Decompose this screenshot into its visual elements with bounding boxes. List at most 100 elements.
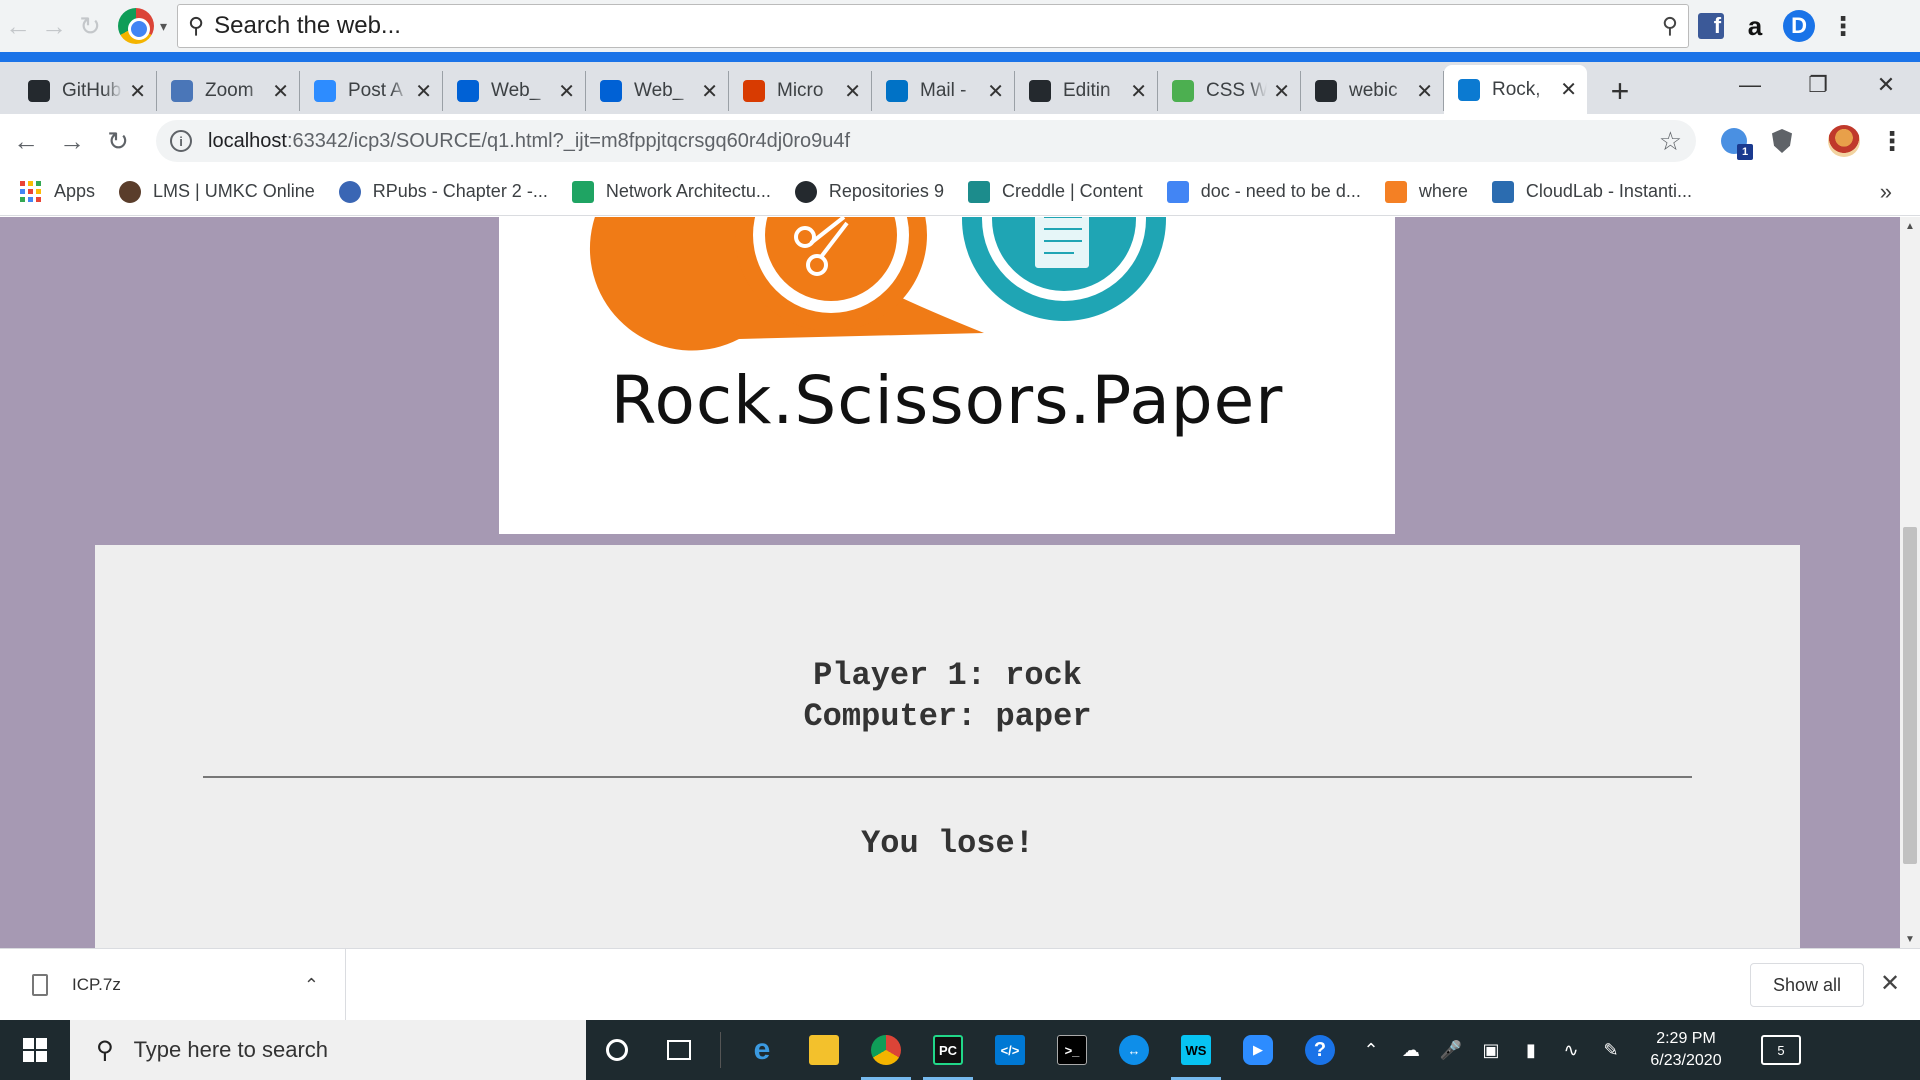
tab-close-icon[interactable]: ✕ [844,79,861,104]
onedrive-icon[interactable]: ☁ [1391,1040,1431,1061]
box-icon [457,80,479,102]
toolbar-forward-icon[interactable]: → [36,8,72,44]
site-info-icon[interactable]: i [170,130,192,152]
tab-close-icon[interactable]: ✕ [272,79,289,104]
google-drive-icon [571,180,594,203]
page-scrollbar[interactable]: ▲ ▼ [1900,217,1920,948]
tab-close-icon[interactable]: ✕ [1560,77,1577,102]
scroll-thumb[interactable] [1903,527,1917,864]
task-view-icon[interactable] [648,1020,710,1080]
bookmark-item[interactable]: where [1384,180,1468,203]
scroll-up-icon[interactable]: ▲ [1900,217,1920,235]
pycharm-icon[interactable]: PC [917,1020,979,1080]
new-tab-button[interactable]: + [1595,68,1645,114]
bookmark-item[interactable]: RPubs - Chapter 2 -... [338,180,548,203]
webstorm-icon[interactable]: WS [1165,1020,1227,1080]
omnibox[interactable]: i localhost:63342/icp3/SOURCE/q1.html?_i… [156,120,1696,162]
close-shelf-icon[interactable]: ✕ [1880,969,1900,998]
web-search-box[interactable]: ⚲ Search the web... ⚲ [177,4,1690,48]
zoom-search-icon[interactable]: ⚲ [1662,13,1678,39]
tab-close-icon[interactable]: ✕ [558,79,575,104]
bookmarks-bar: Apps LMS | UMKC Online RPubs - Chapter 2 -… [0,168,1920,216]
system-clock[interactable]: 2:29 PM 6/23/2020 [1631,1028,1741,1072]
logo-text: Rock.Scissors.Paper [610,362,1284,439]
help-icon[interactable]: ? [1289,1020,1351,1080]
bookmark-item[interactable]: Repositories 9 [794,180,944,203]
url-text[interactable]: localhost:63342/icp3/SOURCE/q1.html?_ijt… [208,130,1659,153]
bookmark-item[interactable]: CloudLab - Instanti... [1491,180,1692,203]
chevron-down-icon[interactable]: ▾ [160,18,167,35]
tab[interactable]: Web_ ✕ [443,71,586,111]
battery-icon[interactable]: ▮ [1511,1040,1551,1061]
zoom-taskbar-icon[interactable]: ▶ [1227,1020,1289,1080]
chrome-logo-icon[interactable] [118,8,154,44]
scroll-down-icon[interactable]: ▼ [1900,930,1920,948]
toolbar-menu-icon[interactable]: ⋮ [1821,4,1865,48]
chrome-menu-icon[interactable]: ⋮ [1868,120,1916,162]
cortana-icon[interactable] [586,1020,648,1080]
tab-close-icon[interactable]: ✕ [129,79,146,104]
profile-extension[interactable]: D [1777,4,1821,48]
wifi-icon[interactable]: ∿ [1551,1040,1591,1061]
forward-icon[interactable]: → [52,126,92,157]
minimize-button[interactable]: — [1716,62,1784,108]
tab[interactable]: Micro ✕ [729,71,872,111]
microphone-icon[interactable]: 🎤 [1431,1040,1471,1061]
bookmark-item[interactable]: Creddle | Content [967,180,1143,203]
notification-center-icon[interactable]: 5 [1761,1035,1801,1065]
bookmark-item[interactable]: Apps [20,180,95,203]
bookmark-star-icon[interactable]: ☆ [1659,126,1682,157]
tab[interactable]: Mail - ✕ [872,71,1015,111]
start-button[interactable] [0,1020,70,1080]
close-window-button[interactable]: ✕ [1852,62,1920,108]
github-icon [794,180,817,203]
tab-close-icon[interactable]: ✕ [987,79,1004,104]
tab[interactable]: Post A ✕ [300,71,443,111]
tab[interactable]: Editin ✕ [1015,71,1158,111]
tab-close-icon[interactable]: ✕ [415,79,432,104]
toolbar-back-icon[interactable]: ← [0,8,36,44]
chrome-taskbar-icon[interactable] [855,1020,917,1080]
restore-button[interactable]: ❐ [1784,62,1852,108]
profile-avatar-button[interactable] [1820,120,1868,162]
tab[interactable]: Web_ ✕ [586,71,729,111]
taskbar-search[interactable]: ⚲ Type here to search [70,1020,586,1080]
back-icon[interactable]: ← [6,126,46,157]
toolbar-reload-icon[interactable]: ↻ [72,8,108,44]
tab-close-icon[interactable]: ✕ [1273,79,1290,104]
bookmark-item[interactable]: LMS | UMKC Online [119,180,315,203]
tab-close-icon[interactable]: ✕ [701,79,718,104]
facebook-extension[interactable]: f [1689,4,1733,48]
web-search-input[interactable]: Search the web... [214,12,1662,40]
windows-logo-icon [23,1038,47,1062]
file-explorer-icon[interactable] [793,1020,855,1080]
reload-icon[interactable]: ↻ [98,126,138,157]
chevron-up-icon[interactable]: ⌃ [304,975,319,996]
tab[interactable]: webic ✕ [1301,71,1444,111]
display-icon[interactable]: ▣ [1471,1040,1511,1061]
terminal-icon[interactable]: >_ [1041,1020,1103,1080]
shield-icon [1772,129,1792,153]
download-item[interactable]: ICP.7z ⌃ [0,949,346,1021]
edge-icon[interactable]: e [731,1020,793,1080]
tray-chevron-icon[interactable]: ⌃ [1351,1040,1391,1061]
tab-label: Micro [777,80,824,101]
tab[interactable]: CSS W ✕ [1158,71,1301,111]
bookmark-label: CloudLab - Instanti... [1525,181,1692,201]
tab-close-icon[interactable]: ✕ [1416,79,1433,104]
amazon-extension[interactable]: a [1733,4,1777,48]
bookmark-item[interactable]: doc - need to be d... [1166,180,1361,203]
shield-extension[interactable] [1758,120,1806,162]
show-all-button[interactable]: Show all [1750,963,1864,1007]
vscode-icon[interactable]: </> [979,1020,1041,1080]
translate-extension[interactable]: 1 [1710,120,1758,162]
tab[interactable]: Zoom ✕ [157,71,300,111]
tab[interactable]: GitHub ✕ [14,71,157,111]
taskbar-search-input[interactable]: Type here to search [134,1037,328,1063]
teamviewer-icon[interactable]: ↔ [1103,1020,1165,1080]
pen-icon[interactable]: ✎ [1591,1040,1631,1061]
bookmarks-overflow-icon[interactable]: » [1880,179,1892,205]
tab[interactable]: Rock, ✕ [1444,65,1587,114]
tab-close-icon[interactable]: ✕ [1130,79,1147,104]
bookmark-item[interactable]: Network Architectu... [571,180,771,203]
